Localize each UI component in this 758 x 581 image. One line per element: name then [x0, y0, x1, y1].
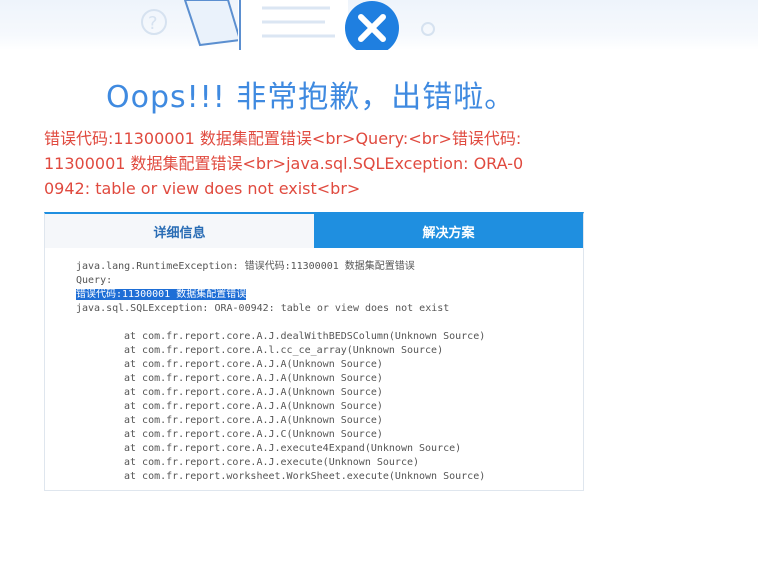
error-details-panel: 详细信息 解决方案 java.lang.RuntimeException: 错误…	[44, 212, 584, 491]
page-title: Oops!!! 非常抱歉，出错啦。	[106, 80, 516, 115]
stack-trace: java.lang.RuntimeException: 错误代码:1130000…	[76, 260, 577, 490]
trace-line: java.sql.SQLException: ORA-00942: table …	[76, 303, 450, 314]
trace-frame: at com.fr.report.core.A.J.C(Unknown Sour…	[124, 429, 383, 440]
svg-text:?: ?	[148, 13, 158, 34]
tab-bar: 详细信息 解决方案	[45, 214, 583, 248]
trace-frame: at com.fr.report.core.A.J.A(Unknown Sour…	[124, 401, 383, 412]
trace-frame: at com.fr.report.core.A.J.A(Unknown Sour…	[124, 373, 383, 384]
trace-line: Query:	[76, 275, 113, 286]
trace-line: java.lang.RuntimeException: 错误代码:1130000…	[76, 261, 415, 272]
header-illustration: ?	[0, 0, 758, 50]
trace-frame: at com.fr.report.core.A.J.A(Unknown Sour…	[124, 415, 383, 426]
trace-frame: at com.fr.report.core.A.J.A(Unknown Sour…	[124, 387, 383, 398]
tab-details[interactable]: 详细信息	[45, 214, 314, 248]
trace-frame: at com.fr.report.worksheet.WorkSheet.exe…	[124, 471, 486, 482]
selected-text: 错误代码:11300001 数据集配置错误	[76, 289, 247, 300]
trace-frame: at com.fr.report.core.A.J.dealWithBEDSCo…	[124, 331, 486, 342]
trace-frame: at com.fr.report.core.A.l.cc_ce_array(Un…	[124, 345, 444, 356]
trace-frame: at com.fr.report.core.A.J.execute(Unknow…	[124, 457, 420, 468]
trace-frame: at com.fr.report.core.A.J.execute4Expand…	[124, 443, 462, 454]
error-message: 错误代码:11300001 数据集配置错误<br>Query:<br>错误代码:…	[44, 129, 524, 198]
error-illustration-icon: ?	[141, 0, 435, 50]
trace-frame: at com.fr.report.core.A.J.A(Unknown Sour…	[124, 359, 383, 370]
tab-solution[interactable]: 解决方案	[314, 214, 583, 248]
